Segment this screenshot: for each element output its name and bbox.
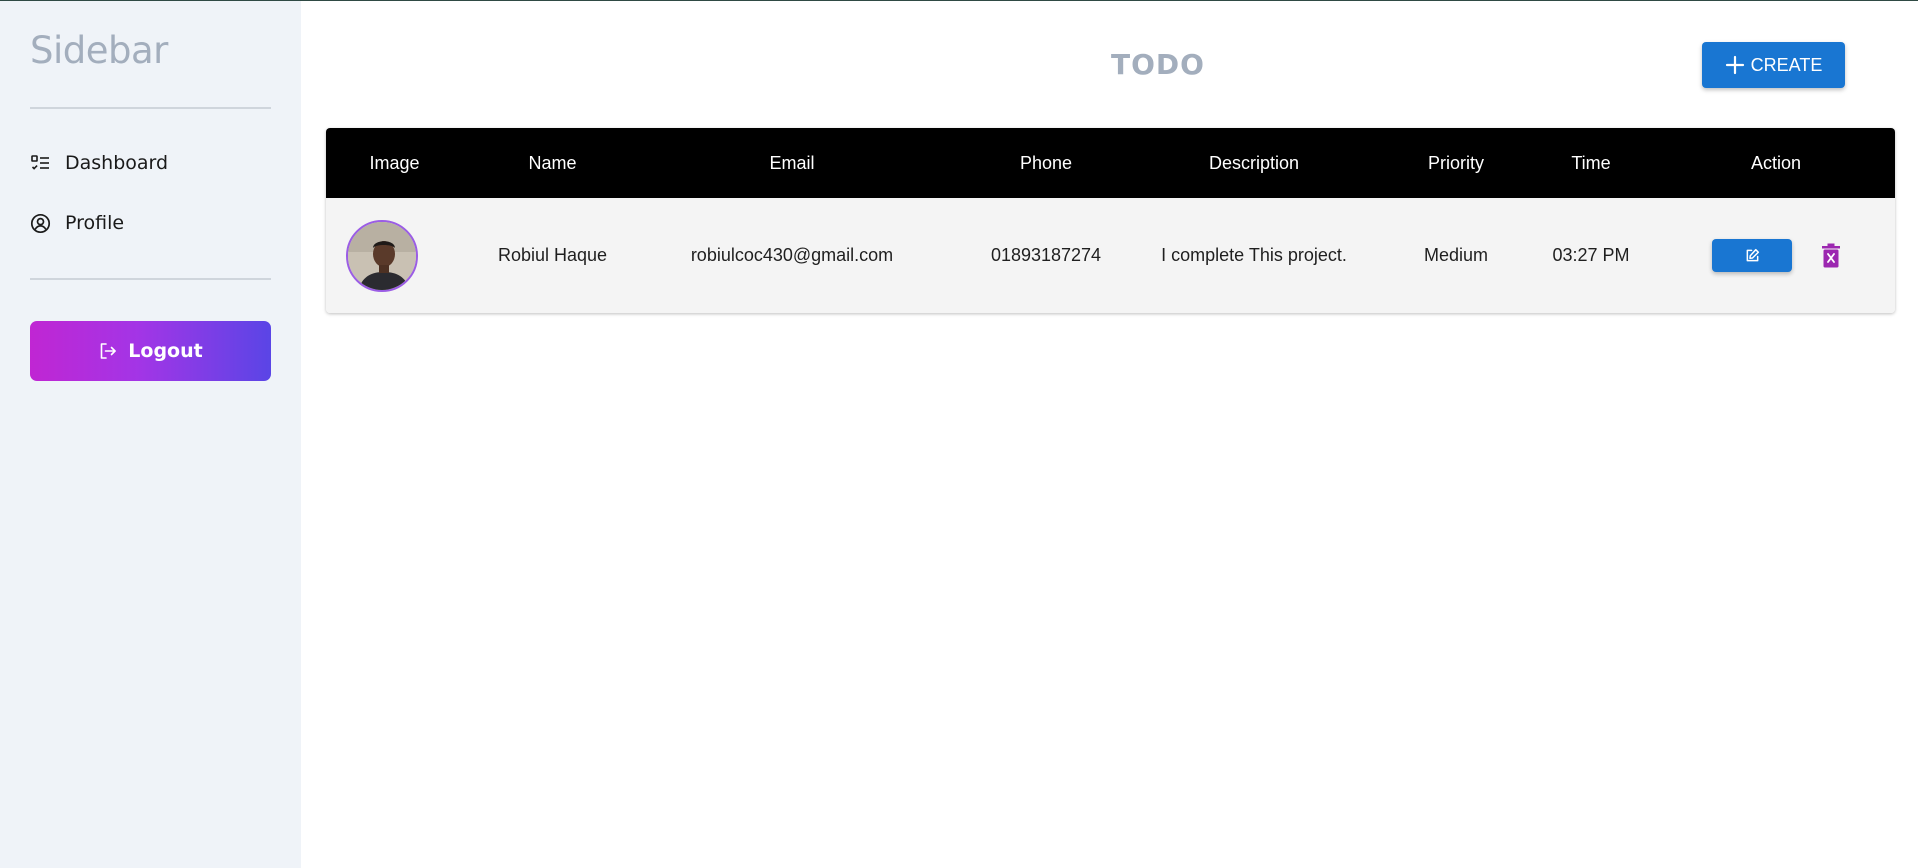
logout-icon: [98, 341, 118, 361]
sidebar: Sidebar Dashboard Profile Logout: [0, 1, 301, 868]
trash-icon: [1820, 243, 1842, 269]
create-label: CREATE: [1750, 54, 1823, 75]
page-title: TODO: [1111, 48, 1205, 81]
sidebar-item-profile[interactable]: Profile: [30, 212, 124, 234]
sidebar-item-dashboard[interactable]: Dashboard: [30, 152, 168, 174]
sidebar-divider-bottom: [30, 278, 271, 280]
column-header-email: Email: [769, 152, 815, 173]
create-button[interactable]: CREATE: [1702, 42, 1845, 88]
time-cell: 03:27 PM: [1552, 245, 1630, 265]
delete-button[interactable]: [1818, 241, 1844, 271]
sidebar-title: Sidebar: [30, 29, 168, 72]
phone-cell: 01893187274: [990, 245, 1102, 265]
column-header-description: Description: [1208, 152, 1300, 173]
user-circle-icon: [30, 213, 51, 234]
image-cell: [344, 198, 420, 313]
description-cell: I complete This project.: [1161, 245, 1347, 265]
column-header-image: Image: [369, 152, 420, 173]
table-header: Image Name Email Phone Description Prior…: [326, 128, 1895, 198]
avatar: [346, 219, 418, 292]
column-header-phone: Phone: [1019, 152, 1073, 173]
sidebar-item-label: Dashboard: [65, 152, 169, 174]
priority-cell: Medium: [1423, 245, 1489, 265]
action-cell: [1712, 198, 1872, 313]
column-header-priority: Priority: [1427, 152, 1484, 173]
checklist-icon: [30, 153, 51, 174]
table-row: Robiul Haque robiulcoc430@gmail.com 0189…: [326, 198, 1895, 313]
column-header-time: Time: [1571, 152, 1611, 173]
edit-button[interactable]: [1712, 239, 1792, 272]
todo-table: Image Name Email Phone Description Prior…: [326, 128, 1895, 313]
plus-icon: [1725, 55, 1745, 75]
email-cell: robiulcoc430@gmail.com: [690, 245, 894, 265]
logout-button[interactable]: Logout: [30, 321, 271, 381]
edit-icon: [1745, 248, 1760, 263]
name-cell: Robiul Haque: [497, 245, 608, 265]
sidebar-item-label: Profile: [65, 212, 125, 234]
column-header-action: Action: [1750, 152, 1802, 173]
column-header-name: Name: [528, 152, 577, 173]
sidebar-divider-top: [30, 107, 271, 109]
logout-label: Logout: [128, 340, 203, 362]
